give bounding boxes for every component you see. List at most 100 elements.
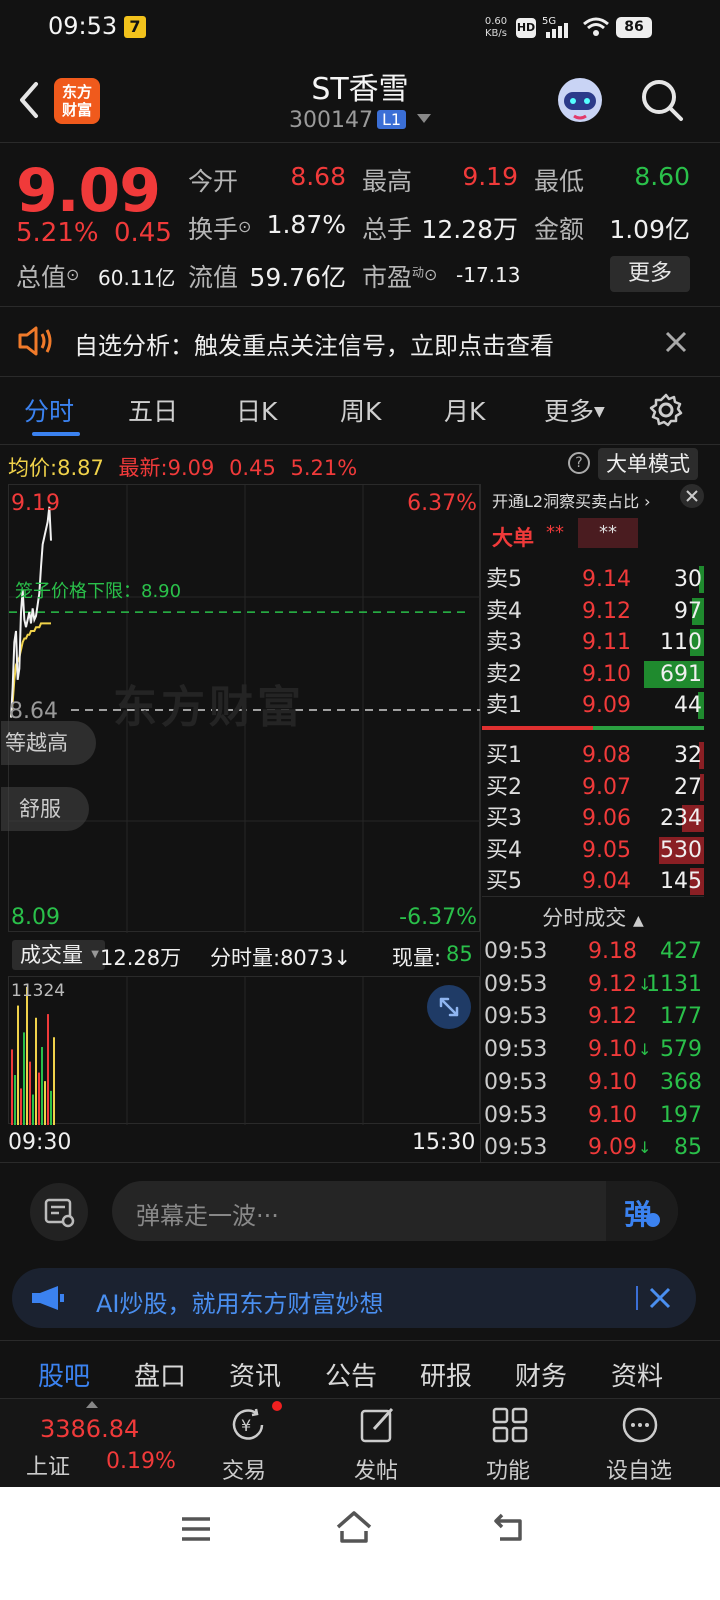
bid-row[interactable]: 买5 9.04 145 [482, 866, 704, 897]
search-icon[interactable] [638, 76, 686, 124]
home-icon[interactable] [334, 1507, 374, 1547]
close-icon[interactable] [664, 330, 688, 354]
divider [0, 444, 720, 445]
trade-time: 09:53 [484, 1102, 548, 1128]
function-button[interactable]: 功能 [484, 1399, 544, 1487]
danmu-send-button[interactable]: 弹 [606, 1181, 678, 1241]
menu-icon[interactable] [178, 1511, 214, 1547]
intraday-chart[interactable]: 东方财富 9.19 6.37% 笼子价格下限：8.90 8.64 8.09 -6… [1, 484, 481, 933]
trade-price: 9.18 [588, 939, 637, 964]
ai-banner[interactable]: AI炒股，就用东方财富妙想 [12, 1268, 696, 1328]
back-nav-icon[interactable] [492, 1509, 528, 1545]
trade-qty: 197 [660, 1102, 702, 1128]
ask-row[interactable]: 卖2 9.10 691 [482, 659, 704, 690]
chart-header: 均价:8.87 最新:9.09 0.45 5.21% [8, 456, 358, 480]
tab-daily-k[interactable]: 日K [236, 392, 277, 428]
trade-price: 9.10 [588, 1102, 637, 1128]
volume-total: 12.28万 [100, 946, 182, 970]
price-pct: 5.21% [16, 218, 99, 248]
volume-bar [32, 1094, 34, 1125]
level-label: 买4 [486, 837, 522, 863]
help-icon[interactable]: ? [568, 452, 590, 474]
expand-icon[interactable] [427, 985, 471, 1029]
bid-row[interactable]: 买1 9.08 32 [482, 740, 704, 771]
stock-name: ST香雪 [311, 72, 409, 107]
tab-financials[interactable]: 财务 [515, 1356, 567, 1393]
trade-price: 9.09 [588, 1135, 637, 1161]
current-volume-label: 现量: [392, 946, 442, 970]
robot-assistant-icon[interactable] [552, 72, 608, 128]
notice-text: 自选分析：触发重点关注信号，立即点击查看 [74, 332, 554, 360]
volume-max-label: 11324 [11, 981, 66, 1001]
tab-weekly-k[interactable]: 周K [340, 392, 381, 428]
l2-promo[interactable]: 开通L2洞察买卖占比 › [492, 488, 651, 512]
status-time: 09:53 [48, 12, 118, 40]
volume-selector[interactable]: 成交量 ▼ [12, 940, 105, 970]
bid-row[interactable]: 买3 9.06 234 [482, 803, 704, 834]
volume-bar [23, 1032, 25, 1125]
tab-profile[interactable]: 资料 [611, 1356, 663, 1393]
tab-depth[interactable]: 盘口 [134, 1356, 186, 1393]
danmu-tag[interactable]: 等越高 [1, 721, 96, 765]
tab-news[interactable]: 资讯 [229, 1356, 281, 1393]
notice-bar[interactable]: 自选分析：触发重点关注信号，立即点击查看 [0, 310, 720, 374]
ask-row[interactable]: 卖3 9.11 110 [482, 627, 704, 658]
index-value: 3386.84 [40, 1415, 140, 1443]
level-label: 买5 [486, 869, 522, 894]
price-change: 0.45 [114, 218, 172, 248]
ask-row[interactable]: 卖5 9.14 30 [482, 564, 704, 595]
trade-row: 09:53 9.10 ↓ 579 [482, 1034, 704, 1065]
danmu-input[interactable]: 弹幕走一波··· 弹 [112, 1181, 678, 1241]
time-start: 09:30 [8, 1130, 72, 1155]
close-icon[interactable] [680, 484, 704, 508]
bid-row[interactable]: 买2 9.07 27 [482, 772, 704, 803]
level-label: 买1 [486, 743, 522, 768]
settings-icon[interactable] [648, 392, 684, 428]
stock-code-row[interactable]: 300147 L1 [0, 108, 720, 133]
level-qty: 234 [660, 806, 702, 831]
post-button[interactable]: 发帖 [350, 1399, 410, 1487]
status-bar: 09:53 7 0.60 KB/s HD 5G 86 [0, 0, 720, 56]
info-icon: ⊙ [66, 265, 80, 284]
sort-icon: ▲ [632, 913, 644, 929]
index-widget[interactable]: 3386.84 上证 0.19% [24, 1399, 184, 1487]
level-qty: 145 [660, 869, 702, 894]
speaker-icon [16, 324, 56, 358]
level-qty: 32 [674, 743, 702, 768]
more-button[interactable]: 更多 [610, 256, 690, 292]
trade-row: 09:53 9.10 197 [482, 1100, 704, 1131]
trades-title[interactable]: 分时成交 ▲ [482, 902, 704, 932]
danmu-tag[interactable]: 舒服 [1, 787, 89, 831]
tab-research[interactable]: 研报 [420, 1356, 472, 1393]
post-label: 发帖 [354, 1459, 399, 1484]
tab-intraday[interactable]: 分时 [24, 392, 74, 428]
tab-monthly-k[interactable]: 月K [444, 392, 485, 428]
trade-row: 09:53 9.09 ↓ 85 [482, 1132, 704, 1163]
tab-forum[interactable]: 股吧 [38, 1356, 90, 1393]
level-price: 9.04 [582, 869, 631, 894]
add-watchlist-button[interactable]: 设自选 [604, 1399, 680, 1487]
danmu-placeholder: 弹幕走一波··· [136, 1202, 279, 1230]
minute-volume: 分时量:8073↓ [210, 946, 352, 970]
ask-row[interactable]: 卖1 9.09 44 [482, 690, 704, 721]
volume-value: 12.28万 [421, 215, 518, 244]
level-qty: 44 [674, 693, 702, 718]
danmu-settings-icon[interactable] [30, 1183, 88, 1241]
trade-button[interactable]: ¥ 交易 [210, 1399, 282, 1487]
bid-row[interactable]: 买4 9.05 530 [482, 835, 704, 866]
trade-price: 9.12 [588, 971, 637, 997]
tab-five-day[interactable]: 五日 [128, 392, 178, 428]
turnover-value: 1.87% [266, 210, 346, 239]
axis-price-top: 9.19 [11, 491, 60, 516]
ask-row[interactable]: 卖4 9.12 97 [482, 596, 704, 627]
big-order-mode-button[interactable]: 大单模式 [598, 448, 698, 480]
ai-banner-text: AI炒股，就用东方财富妙想 [96, 1290, 384, 1318]
hd-icon: HD [516, 18, 536, 38]
chevron-up-icon [86, 1401, 98, 1408]
close-icon[interactable] [648, 1286, 672, 1310]
trade-arrow: ↓ [638, 1138, 652, 1158]
divider [636, 1286, 638, 1310]
tab-announcements[interactable]: 公告 [325, 1356, 377, 1393]
tab-more[interactable]: 更多▼ [544, 392, 605, 428]
volume-bar [26, 987, 28, 1125]
